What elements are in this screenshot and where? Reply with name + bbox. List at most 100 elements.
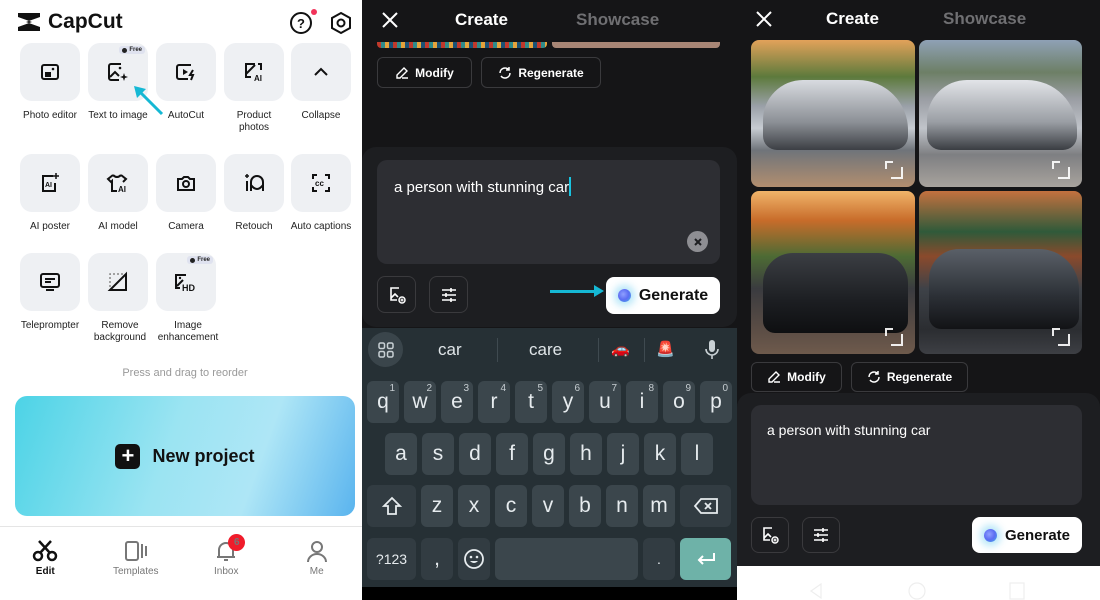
- key-k[interactable]: k: [644, 433, 676, 475]
- key-b[interactable]: b: [569, 485, 601, 527]
- enter-key[interactable]: [680, 538, 731, 580]
- tool-remove-background[interactable]: Remove background: [88, 253, 148, 344]
- comma-key[interactable]: ,: [421, 538, 453, 580]
- suggestion-word[interactable]: car: [438, 340, 462, 360]
- suggestion-word[interactable]: care: [529, 340, 562, 360]
- suggestion-emoji-siren[interactable]: 🚨: [656, 340, 675, 358]
- add-image-button[interactable]: [751, 517, 789, 553]
- result-image[interactable]: [751, 40, 915, 187]
- apps-grid-button[interactable]: [368, 332, 403, 367]
- modify-button[interactable]: Modify: [377, 57, 472, 88]
- key-v[interactable]: v: [532, 485, 564, 527]
- tool-image-enhancement[interactable]: Free HD Image enhancement: [156, 253, 218, 344]
- expand-icon[interactable]: [885, 161, 903, 179]
- tool-ai-model[interactable]: AI AI model: [88, 154, 148, 233]
- settings-sliders-button[interactable]: [429, 276, 468, 313]
- key-z[interactable]: z: [421, 485, 453, 527]
- key-e[interactable]: e3: [441, 381, 473, 423]
- key-q[interactable]: q1: [367, 381, 399, 423]
- capcut-logo-icon: [18, 13, 40, 31]
- regenerate-button[interactable]: Regenerate: [851, 362, 968, 392]
- suggestion-emoji-car[interactable]: 🚗: [611, 340, 630, 358]
- key-o[interactable]: o9: [663, 381, 695, 423]
- key-h[interactable]: h: [570, 433, 602, 475]
- add-image-button[interactable]: [377, 276, 416, 313]
- tool-retouch[interactable]: Retouch: [224, 154, 284, 233]
- nav-edit[interactable]: Edit: [0, 527, 91, 600]
- key-p[interactable]: p0: [700, 381, 732, 423]
- result-image[interactable]: [919, 40, 1082, 187]
- result-image[interactable]: [751, 191, 915, 354]
- expand-icon[interactable]: [885, 328, 903, 346]
- car-shape: [763, 80, 908, 150]
- capcut-home-panel: CapCut ? Photo editor Free Text to image…: [0, 0, 362, 600]
- previous-result-image[interactable]: [552, 42, 720, 48]
- previous-result-image[interactable]: [377, 42, 547, 48]
- modify-button[interactable]: Modify: [751, 362, 842, 392]
- nav-inbox[interactable]: 6 Inbox: [181, 527, 272, 600]
- expand-icon[interactable]: [1052, 328, 1070, 346]
- key-l[interactable]: l: [681, 433, 713, 475]
- system-bar: [362, 587, 737, 600]
- new-project-button[interactable]: + New project: [15, 396, 355, 516]
- key-n[interactable]: n: [606, 485, 638, 527]
- key-d[interactable]: d: [459, 433, 491, 475]
- key-y[interactable]: y6: [552, 381, 584, 423]
- image-hd-icon: HD: [175, 274, 195, 293]
- generate-button[interactable]: Generate: [972, 517, 1082, 553]
- settings-button[interactable]: [328, 10, 354, 36]
- shift-key[interactable]: [367, 485, 416, 527]
- tool-camera[interactable]: Camera: [156, 154, 216, 233]
- key-g[interactable]: g: [533, 433, 565, 475]
- key-r[interactable]: r4: [478, 381, 510, 423]
- symbols-key[interactable]: ?123: [367, 538, 416, 580]
- space-key[interactable]: [495, 538, 638, 580]
- tab-create[interactable]: Create: [455, 10, 508, 30]
- autocut-icon: [176, 64, 195, 81]
- key-m[interactable]: m: [643, 485, 675, 527]
- nav-me[interactable]: Me: [272, 527, 363, 600]
- tab-showcase[interactable]: Showcase: [576, 10, 659, 30]
- emoji-key[interactable]: [458, 538, 490, 580]
- close-icon[interactable]: [380, 10, 400, 30]
- tool-teleprompter[interactable]: Teleprompter: [20, 253, 80, 332]
- close-icon[interactable]: [754, 9, 774, 29]
- key-w[interactable]: w2: [404, 381, 436, 423]
- add-image-icon: [389, 286, 406, 304]
- settings-sliders-button[interactable]: [802, 517, 840, 553]
- tab-create[interactable]: Create: [826, 9, 879, 29]
- svg-text:HD: HD: [182, 283, 195, 293]
- tool-product-photos[interactable]: AI Product photos: [224, 43, 284, 134]
- key-f[interactable]: f: [496, 433, 528, 475]
- key-a[interactable]: a: [385, 433, 417, 475]
- key-x[interactable]: x: [458, 485, 490, 527]
- tool-ai-poster[interactable]: AI AI poster: [20, 154, 80, 233]
- tool-photo-editor[interactable]: Photo editor: [20, 43, 80, 122]
- prompt-input[interactable]: a person with stunning car: [751, 405, 1082, 505]
- prompt-input[interactable]: a person with stunning car: [377, 160, 720, 264]
- backspace-key[interactable]: [680, 485, 731, 527]
- recents-icon[interactable]: [1009, 582, 1025, 600]
- key-i[interactable]: i8: [626, 381, 658, 423]
- microphone-icon[interactable]: [704, 339, 720, 361]
- key-s[interactable]: s: [422, 433, 454, 475]
- ai-poster-icon: AI: [42, 173, 59, 192]
- back-icon[interactable]: [809, 582, 823, 600]
- tab-showcase[interactable]: Showcase: [943, 9, 1026, 29]
- key-u[interactable]: u7: [589, 381, 621, 423]
- regenerate-button[interactable]: Regenerate: [481, 57, 601, 88]
- key-t[interactable]: t5: [515, 381, 547, 423]
- clear-prompt-button[interactable]: [687, 231, 708, 252]
- key-j[interactable]: j: [607, 433, 639, 475]
- period-key[interactable]: .: [643, 538, 675, 580]
- expand-icon[interactable]: [1052, 161, 1070, 179]
- app-name: CapCut: [48, 10, 123, 33]
- key-c[interactable]: c: [495, 485, 527, 527]
- result-image[interactable]: [919, 191, 1082, 354]
- generate-button[interactable]: Generate: [606, 277, 720, 314]
- home-icon[interactable]: [908, 582, 926, 600]
- tool-collapse[interactable]: Collapse: [291, 43, 351, 122]
- help-button[interactable]: ?: [288, 9, 317, 36]
- nav-templates[interactable]: Templates: [91, 527, 182, 600]
- tool-auto-captions[interactable]: cc Auto captions: [291, 154, 351, 233]
